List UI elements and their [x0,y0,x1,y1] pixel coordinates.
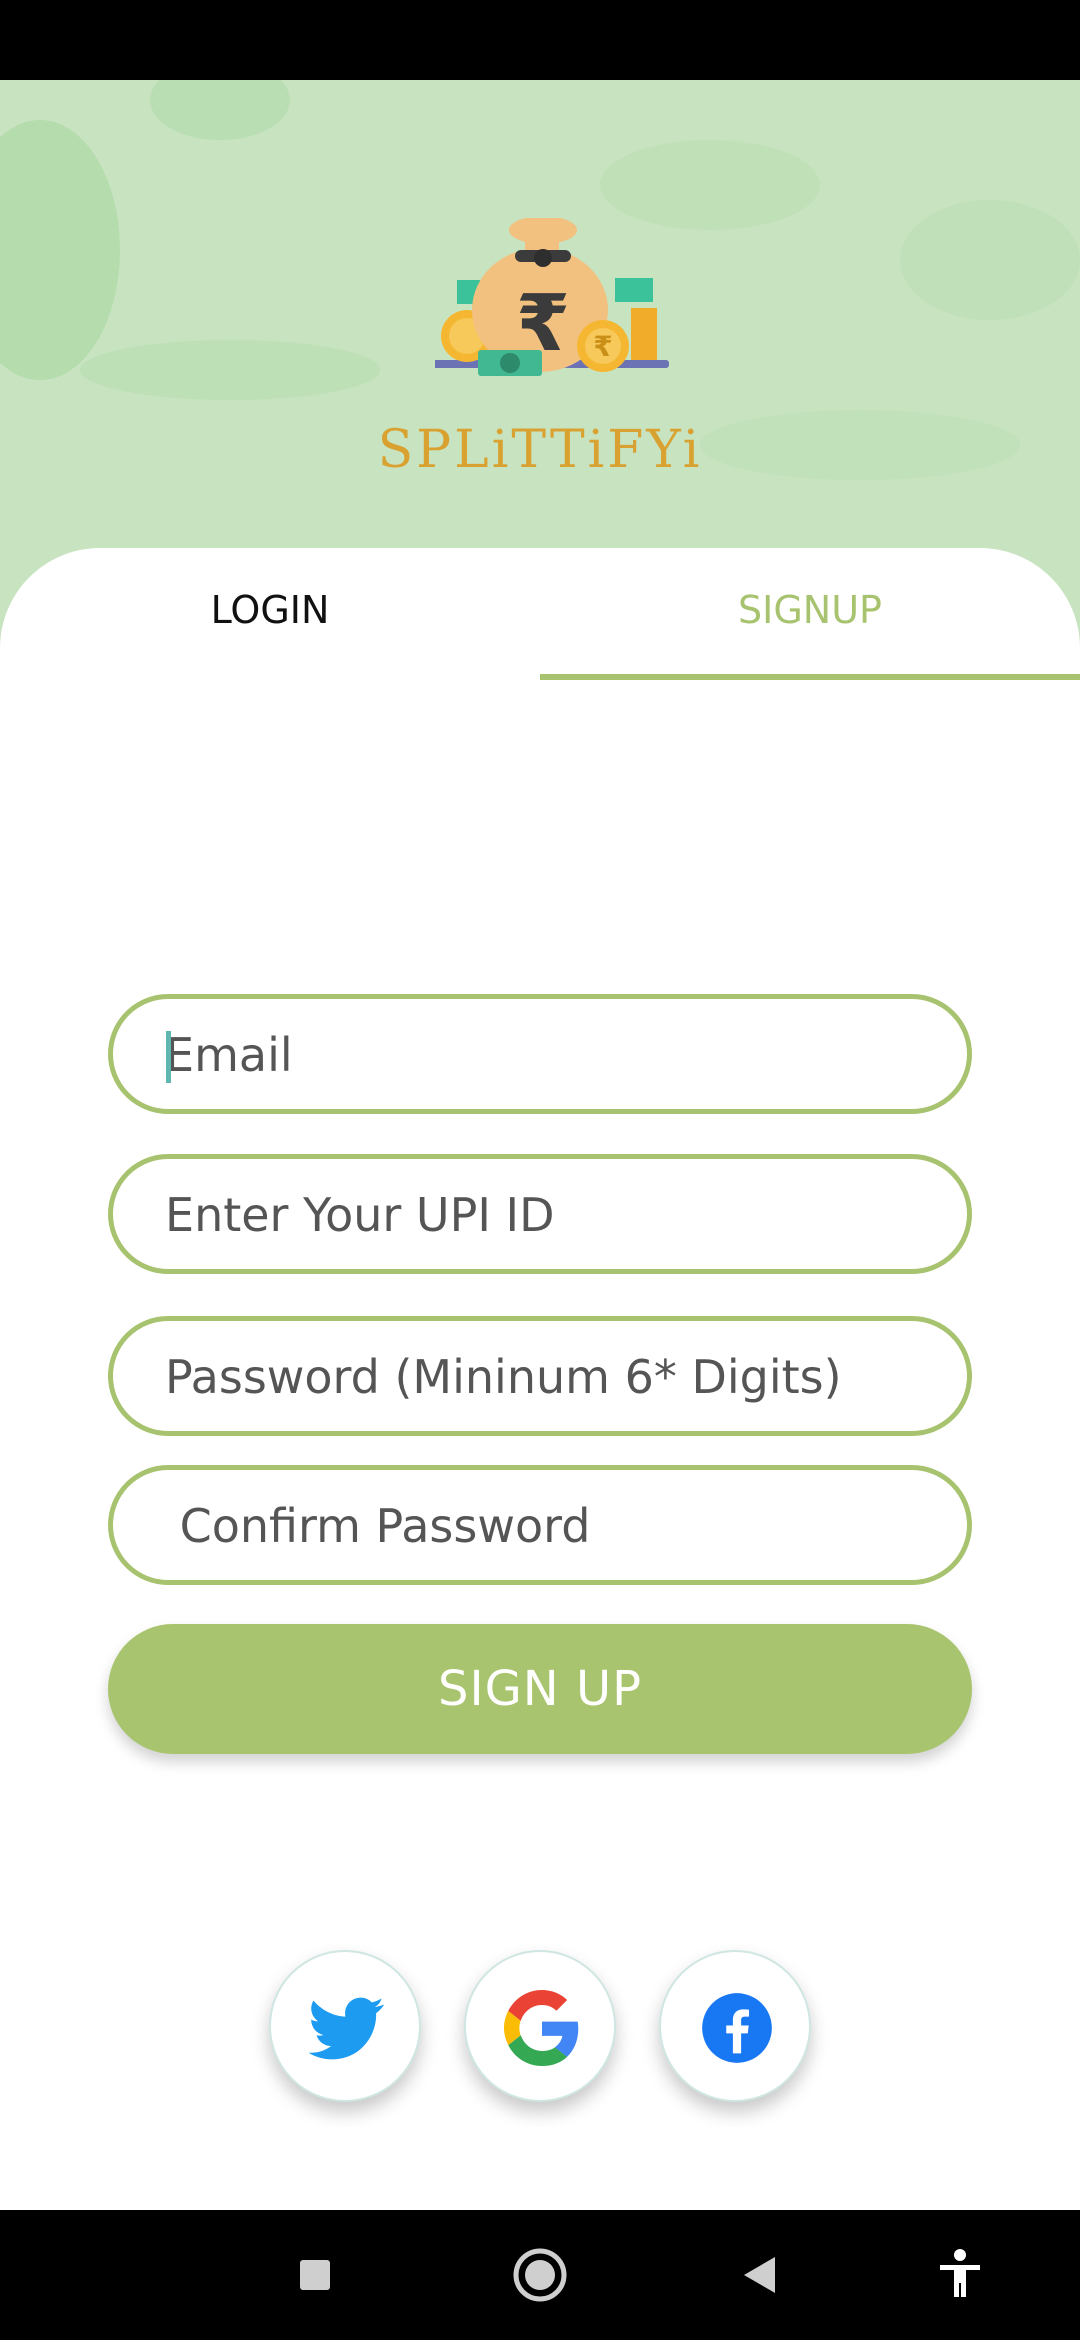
confirm-password-field[interactable] [163,1470,927,1582]
facebook-icon [702,1993,772,2063]
money-bag-logo-icon: ₹ ₹ [435,218,669,376]
home-icon[interactable] [500,2235,580,2315]
email-field-container [108,994,972,1114]
svg-text:₹: ₹ [593,330,612,363]
upi-id-field[interactable] [163,1159,927,1271]
twitter-login-button[interactable] [269,1950,421,2102]
sign-up-button[interactable]: SIGN UP [108,1624,972,1754]
password-field-container [108,1316,972,1436]
confirm-password-field-container [108,1465,972,1585]
upi-field-container [108,1154,972,1274]
active-tab-indicator [540,674,1080,680]
back-icon[interactable] [720,2235,800,2315]
navigation-bar [0,2210,1080,2340]
facebook-login-button[interactable] [659,1950,811,2102]
brand-name: SPLiTTiFYi [377,420,703,480]
tab-signup[interactable]: SIGNUP [540,588,1080,632]
google-icon [504,1990,579,2066]
twitter-icon [309,1997,384,2060]
accessibility-icon[interactable] [920,2235,1000,2315]
tab-login[interactable]: LOGIN [0,588,540,632]
password-field[interactable] [163,1321,927,1433]
email-field[interactable] [163,999,927,1111]
recents-icon[interactable] [275,2235,355,2315]
text-cursor [166,1031,171,1083]
google-login-button[interactable] [464,1950,616,2102]
status-bar [0,0,1080,80]
